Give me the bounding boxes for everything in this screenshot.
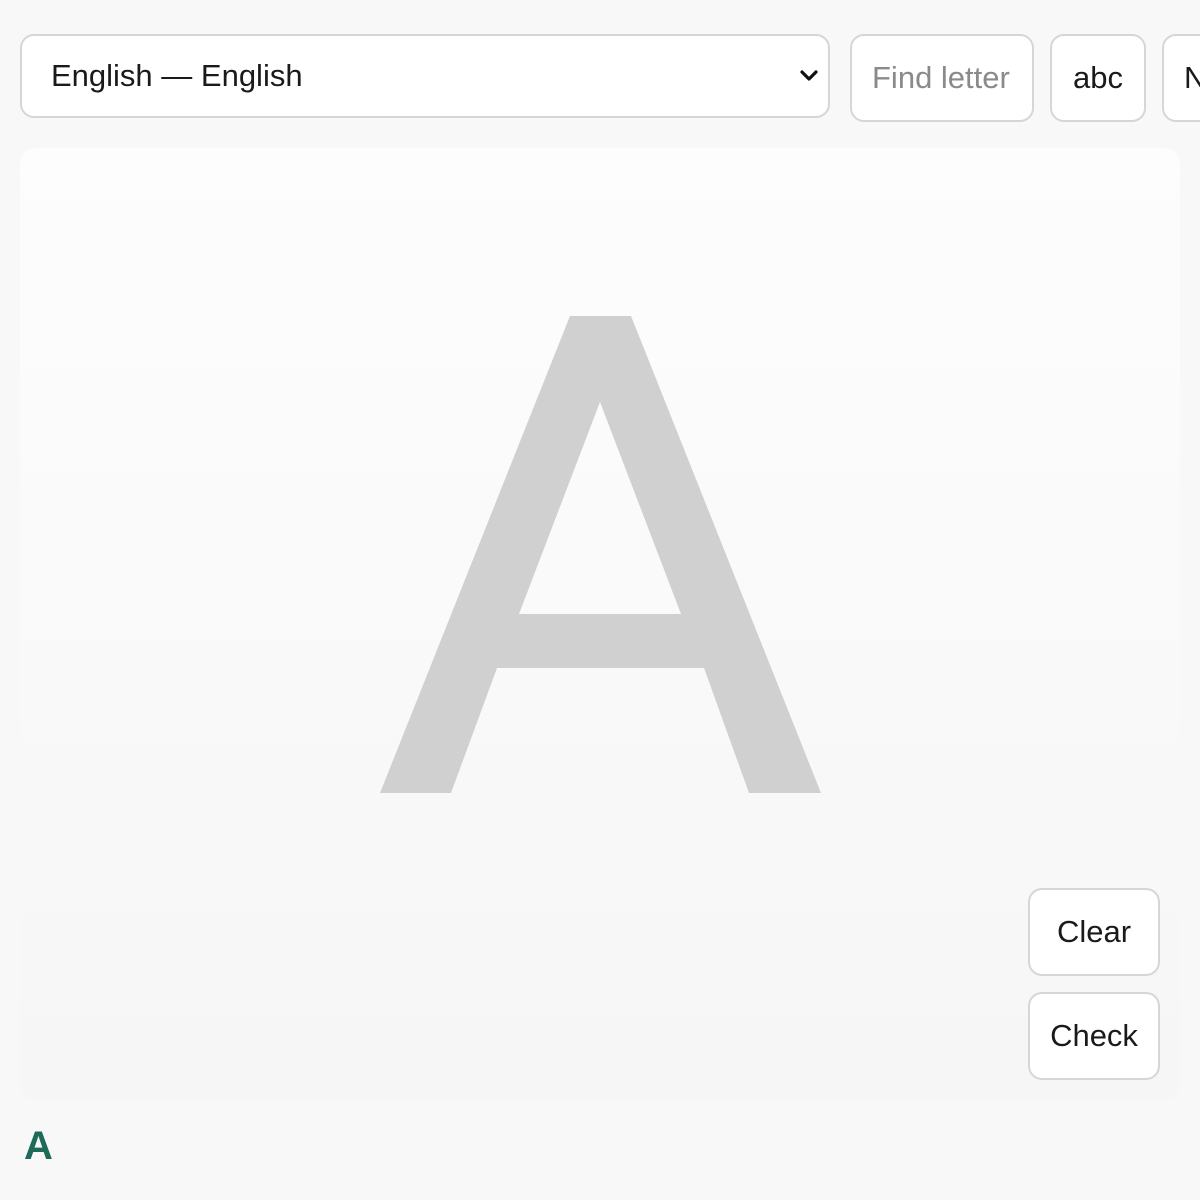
current-letter-label: A <box>24 1124 53 1168</box>
next-button-label: N <box>1184 60 1200 95</box>
chevron-down-icon <box>800 70 818 81</box>
next-button[interactable]: N <box>1162 34 1200 122</box>
case-toggle-button[interactable]: abc <box>1050 34 1146 122</box>
toolbar: English — English abc N <box>20 34 1200 122</box>
check-button-label: Check <box>1050 1018 1138 1053</box>
find-letter-input[interactable] <box>850 34 1034 122</box>
check-button[interactable]: Check <box>1028 992 1160 1080</box>
guide-letter-glyph <box>380 316 821 793</box>
drawing-canvas[interactable]: Clear Check <box>20 148 1180 1100</box>
language-select-value: English — English <box>51 58 303 93</box>
case-toggle-label: abc <box>1073 60 1123 95</box>
language-select[interactable]: English — English <box>20 34 830 118</box>
clear-button[interactable]: Clear <box>1028 888 1160 976</box>
clear-button-label: Clear <box>1056 914 1132 949</box>
